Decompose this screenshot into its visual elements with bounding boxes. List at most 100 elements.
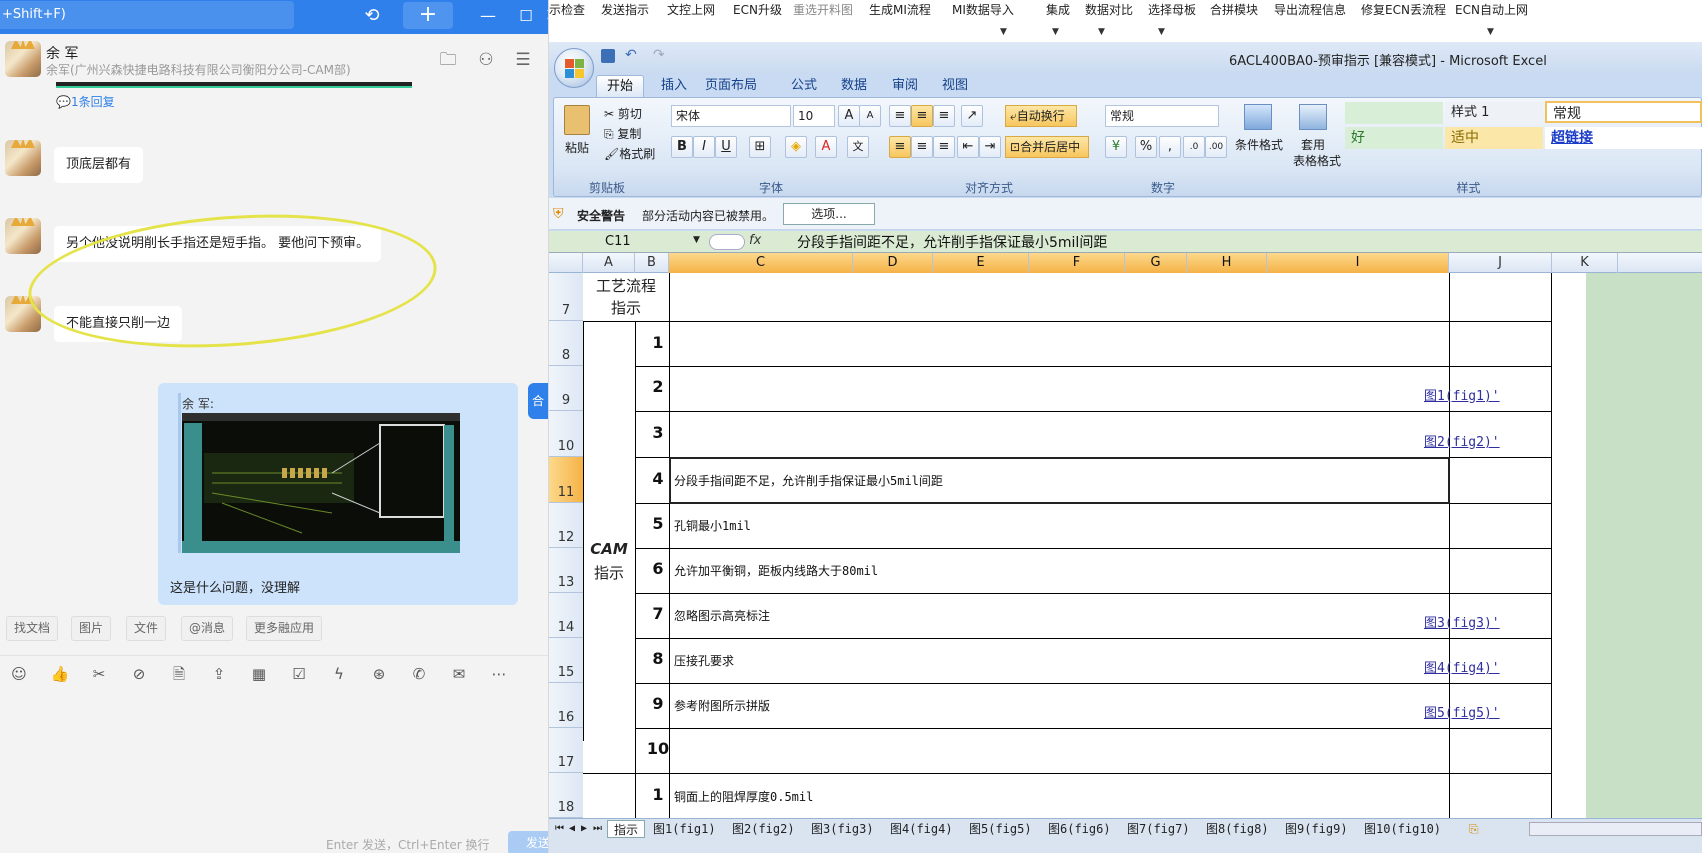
font-size-select[interactable]: 10 — [793, 105, 835, 127]
screenshot-icon[interactable]: ✂ — [89, 664, 109, 684]
menu-item[interactable]: 示检查 — [549, 1, 585, 18]
wrap-text-button[interactable]: ⤶自动换行 — [1005, 105, 1077, 127]
menu-item[interactable]: 数据对比 — [1085, 1, 1133, 18]
emoji-icon[interactable]: ☺ — [9, 664, 29, 684]
cell-text[interactable]: 孔铜最小1mil — [674, 517, 751, 534]
column-header[interactable]: K — [1552, 253, 1618, 273]
like-icon[interactable]: 👍 — [50, 664, 70, 684]
column-header[interactable]: E — [933, 253, 1029, 273]
comma-icon[interactable]: , — [1159, 136, 1181, 158]
add-user-icon[interactable]: ⚇ — [474, 48, 498, 72]
shrink-font-icon[interactable]: A — [859, 105, 881, 127]
menu-item[interactable]: 选择母板 — [1148, 1, 1196, 18]
tab-scroll-last-icon[interactable]: ⏭ — [593, 820, 602, 838]
formula-input[interactable]: 分段手指间距不足，允许削手指保证最小5mil间距 — [797, 232, 1107, 252]
cell-text[interactable]: 分段手指间距不足，允许削手指保证最小5mil间距 — [674, 472, 943, 489]
column-header[interactable]: B — [635, 253, 669, 273]
row-header[interactable]: 17 — [549, 728, 583, 773]
calendar-icon[interactable]: ▦ — [249, 664, 269, 684]
call-icon[interactable]: ✆ — [409, 664, 429, 684]
column-header[interactable]: J — [1449, 253, 1552, 273]
chevron-down-icon[interactable]: ▼ — [1487, 27, 1494, 37]
align-center-icon[interactable]: ≡ — [911, 136, 933, 158]
row-header[interactable]: 10 — [549, 411, 583, 457]
percent-icon[interactable]: % — [1135, 136, 1157, 158]
menu-item[interactable]: ECN升级 — [733, 1, 782, 18]
row-header[interactable]: 16 — [549, 683, 583, 728]
menu-item[interactable]: 重选开料图 — [793, 1, 853, 18]
sheet-tab[interactable]: 图1(fig1) — [653, 820, 716, 838]
sheet-tab[interactable]: 图3(fig3) — [811, 820, 874, 838]
menu-item[interactable]: ECN自动上网 — [1455, 1, 1528, 18]
tab-page-layout[interactable]: 页面布局 — [695, 75, 767, 97]
style-cell-hyperlink[interactable]: 超链接 — [1545, 127, 1702, 149]
italic-button[interactable]: I — [693, 136, 715, 158]
number-format-select[interactable]: 常规 — [1105, 105, 1219, 127]
orientation-icon[interactable]: ↗ — [961, 105, 983, 127]
reply-count-link[interactable]: 💬1条回复 — [56, 93, 115, 110]
insert-sheet-icon[interactable]: ⎘ — [1469, 820, 1479, 838]
select-all-corner[interactable] — [549, 253, 583, 273]
increase-indent-icon[interactable]: ⇥ — [979, 136, 1001, 158]
chevron-down-icon[interactable]: ▼ — [1158, 27, 1165, 37]
cell-text[interactable]: 参考附图所示拼版 — [674, 697, 770, 714]
row-header[interactable]: 15 — [549, 638, 583, 683]
align-right-icon[interactable]: ≡ — [933, 136, 955, 158]
cell-text[interactable]: 铜面上的阻焊厚度0.5mil — [674, 788, 813, 805]
sheet-tab[interactable]: 图7(fig7) — [1127, 820, 1190, 838]
tab-formulas[interactable]: 公式 — [781, 75, 827, 97]
menu-item[interactable]: 生成MI流程 — [869, 1, 931, 18]
command-icon[interactable]: ⊘ — [129, 664, 149, 684]
office-button[interactable] — [554, 48, 594, 88]
row-header[interactable]: 12 — [549, 503, 583, 548]
sheet-tab-active[interactable]: 指示 — [607, 820, 646, 838]
upload-icon[interactable]: ⇪ — [209, 664, 229, 684]
format-painter-button[interactable]: 🖌格式刷 — [604, 145, 655, 162]
row-header[interactable]: 18 — [549, 773, 583, 818]
merge-center-button[interactable]: ⊡合并后居中 — [1005, 136, 1089, 158]
maximize-icon[interactable]: ☐ — [508, 0, 544, 32]
figure-link[interactable]: 图2(fig2)' — [1424, 431, 1500, 450]
tab-review[interactable]: 审阅 — [882, 75, 928, 97]
save-icon[interactable] — [601, 49, 615, 63]
column-header[interactable]: C — [669, 253, 853, 273]
underline-button[interactable]: U — [715, 136, 737, 158]
note-icon[interactable]: 🗎 — [169, 664, 189, 684]
formula-zoom-slider[interactable] — [709, 234, 745, 250]
avatar[interactable] — [5, 41, 41, 77]
sheet-tab[interactable]: 图6(fig6) — [1048, 820, 1111, 838]
menu-item[interactable]: MI数据导入 — [952, 1, 1014, 18]
menu-item[interactable]: 发送指示 — [601, 1, 649, 18]
conditional-format-button[interactable]: 条件格式 — [1235, 136, 1283, 153]
image-button[interactable]: 图片 — [71, 616, 112, 641]
sheet-tab[interactable]: 图9(fig9) — [1285, 820, 1348, 838]
tab-data[interactable]: 数据 — [831, 75, 877, 97]
tab-scroll-first-icon[interactable]: ⏮ — [555, 820, 564, 838]
decrease-decimal-icon[interactable]: .00 — [1205, 136, 1227, 158]
more-icon[interactable]: ⋯ — [489, 664, 509, 684]
share-icon[interactable]: ⊛ — [369, 664, 389, 684]
row-header[interactable]: 7 — [549, 273, 583, 321]
currency-icon[interactable]: ¥ — [1105, 136, 1127, 158]
style-cell-normal[interactable]: 常规 — [1545, 101, 1702, 123]
mention-button[interactable]: @消息 — [181, 616, 234, 641]
horizontal-scrollbar[interactable] — [1529, 822, 1702, 836]
paste-button[interactable]: 粘贴 — [565, 139, 589, 156]
table-format-button-line2[interactable]: 表格格式 — [1293, 152, 1341, 169]
tab-home[interactable]: 开始 — [596, 75, 645, 97]
sheet-tab[interactable]: 图4(fig4) — [890, 820, 953, 838]
align-middle-icon[interactable]: ≡ — [911, 105, 933, 127]
sheet-tab[interactable]: 图10(fig10) — [1364, 820, 1441, 838]
sheet-tab[interactable]: 图2(fig2) — [732, 820, 795, 838]
style-cell-blank[interactable] — [1345, 102, 1443, 124]
name-box[interactable]: C11 — [551, 233, 691, 251]
cell-text[interactable]: 允许加平衡铜，距板内线路大于80mil — [674, 562, 878, 579]
style-cell-good[interactable]: 好 — [1345, 127, 1443, 149]
style-cell-style1[interactable]: 样式 1 — [1445, 102, 1543, 124]
column-header[interactable]: A — [583, 253, 635, 273]
border-icon[interactable]: ⊞ — [749, 136, 771, 158]
figure-link[interactable]: 图4(fig4)' — [1424, 657, 1500, 676]
tab-scroll-prev-icon[interactable]: ◀ — [569, 820, 575, 838]
align-bottom-icon[interactable]: ≡ — [933, 105, 955, 127]
flash-icon[interactable]: ϟ — [329, 664, 349, 684]
